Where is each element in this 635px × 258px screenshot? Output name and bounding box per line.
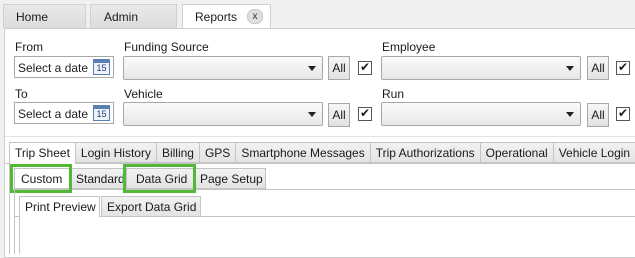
tab-trip-authorizations[interactable]: Trip Authorizations bbox=[369, 142, 480, 163]
tab-reports[interactable]: Reports x bbox=[182, 4, 271, 29]
inner-left-border bbox=[14, 190, 15, 254]
tab-billing[interactable]: Billing bbox=[155, 142, 199, 163]
funding-source-select[interactable] bbox=[123, 56, 323, 80]
vehicle-checkbox[interactable]: ✔ bbox=[358, 107, 372, 121]
employee-label: Employee bbox=[382, 40, 436, 54]
tab-home[interactable]: Home bbox=[3, 4, 86, 28]
employee-select[interactable] bbox=[381, 56, 581, 80]
run-select[interactable] bbox=[381, 102, 581, 126]
tab-page-setup[interactable]: Page Setup bbox=[194, 168, 266, 189]
from-label: From bbox=[15, 40, 43, 54]
employee-all-button[interactable]: All bbox=[587, 56, 609, 80]
close-icon[interactable]: x bbox=[247, 9, 263, 24]
run-checkbox[interactable]: ✔ bbox=[616, 107, 630, 121]
chevron-down-icon bbox=[308, 112, 316, 117]
from-date-placeholder: Select a date bbox=[18, 61, 89, 75]
calendar-icon[interactable]: 15 bbox=[93, 105, 110, 121]
run-label: Run bbox=[382, 87, 405, 101]
tab-vehicle-login[interactable]: Vehicle Login bbox=[552, 142, 635, 163]
chevron-down-icon bbox=[566, 66, 574, 71]
calendar-icon[interactable]: 15 bbox=[93, 59, 110, 75]
to-label: To bbox=[15, 87, 28, 101]
tab-login-history[interactable]: Login History bbox=[74, 142, 156, 163]
tab-gps[interactable]: GPS bbox=[198, 142, 236, 163]
chevron-down-icon bbox=[566, 112, 574, 117]
vehicle-select[interactable] bbox=[123, 102, 323, 126]
employee-checkbox[interactable]: ✔ bbox=[616, 61, 630, 75]
to-date-placeholder: Select a date bbox=[18, 107, 89, 121]
tab-home-label: Home bbox=[16, 10, 49, 24]
run-all-button[interactable]: All bbox=[587, 103, 609, 127]
funding-source-checkbox[interactable]: ✔ bbox=[358, 61, 372, 75]
vehicle-all-button[interactable]: All bbox=[328, 103, 350, 127]
tab-export-data-grid[interactable]: Export Data Grid bbox=[101, 196, 201, 217]
tab-admin[interactable]: Admin bbox=[90, 4, 177, 28]
tab-smartphone-messages[interactable]: Smartphone Messages bbox=[235, 142, 370, 163]
tab-reports-label: Reports bbox=[195, 10, 238, 24]
preview-left-border bbox=[19, 217, 20, 254]
data-grid-tab-highlight bbox=[123, 164, 196, 193]
to-date-field[interactable]: Select a date 15 bbox=[14, 102, 114, 124]
filters-divider bbox=[5, 136, 635, 137]
from-date-field[interactable]: Select a date 15 bbox=[14, 56, 114, 78]
tab-operational[interactable]: Operational bbox=[479, 142, 553, 163]
tab-trip-sheet[interactable]: Trip Sheet bbox=[9, 142, 75, 164]
custom-tab-highlight bbox=[10, 164, 72, 193]
sub-tabs-baseline bbox=[10, 189, 635, 190]
vehicle-label: Vehicle bbox=[124, 87, 163, 101]
chevron-down-icon bbox=[308, 66, 316, 71]
funding-source-label: Funding Source bbox=[124, 40, 209, 54]
report-tabs: Trip Sheet Login History Billing GPS Sma… bbox=[9, 142, 635, 164]
tab-standard[interactable]: Standard bbox=[70, 168, 126, 189]
funding-source-all-button[interactable]: All bbox=[328, 56, 350, 80]
tab-admin-label: Admin bbox=[104, 10, 139, 24]
tab-print-preview[interactable]: Print Preview bbox=[19, 196, 100, 217]
